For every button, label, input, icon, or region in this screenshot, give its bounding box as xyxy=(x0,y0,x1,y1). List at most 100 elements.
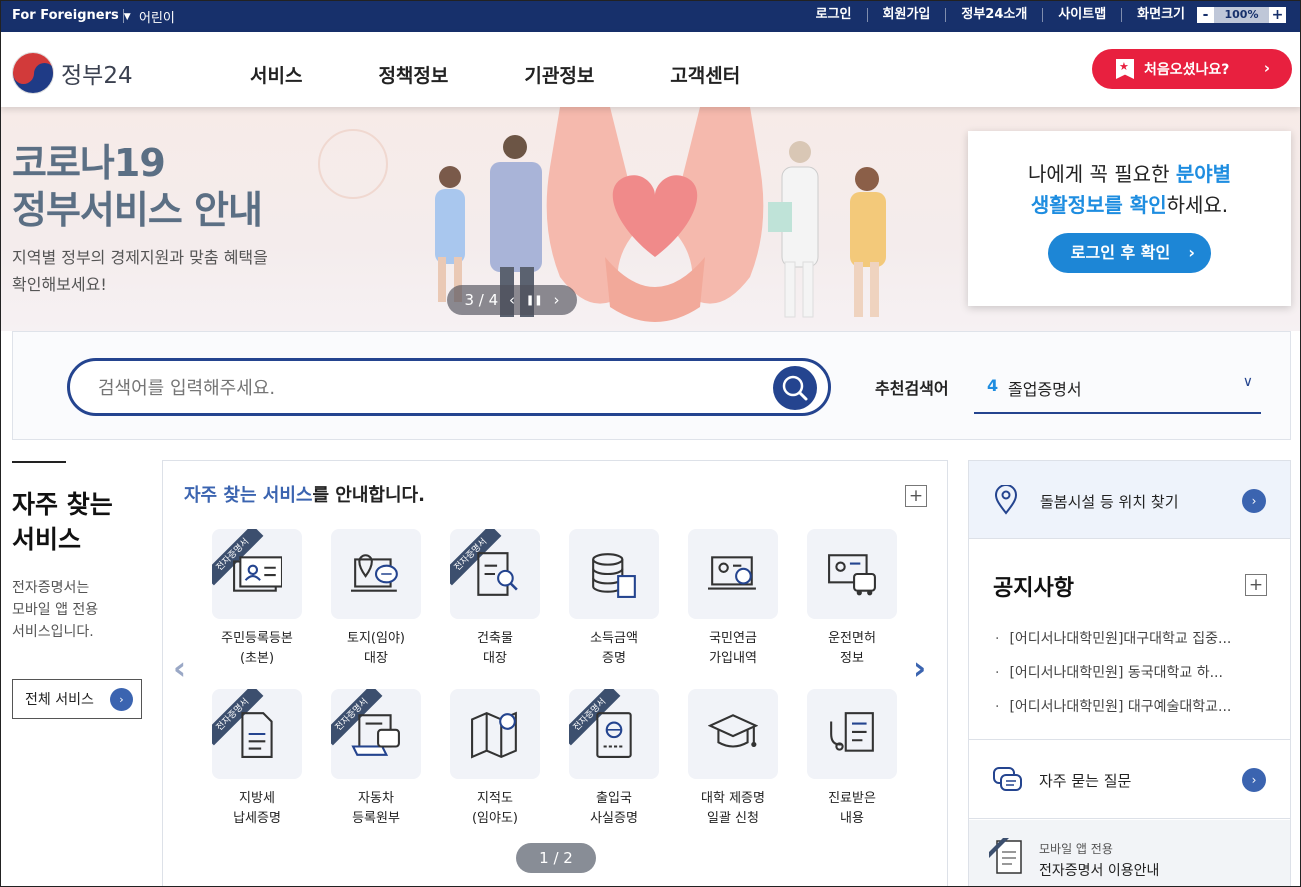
mobile-cert-sub: 모바일 앱 전용 xyxy=(1039,842,1113,856)
service-tile[interactable]: 전자증명서 xyxy=(331,689,421,779)
search-button[interactable] xyxy=(773,366,817,410)
service-item-medical-record[interactable]: 진료받은 내용 xyxy=(798,689,906,829)
recommend-label: 추천검색어 xyxy=(875,379,949,398)
bookmark-star-icon xyxy=(1116,59,1134,79)
resident-registration-icon xyxy=(233,556,282,592)
service-item-income-certificate[interactable]: 소득금액 증명 xyxy=(560,529,668,669)
service-tile[interactable]: 전자증명서 xyxy=(212,529,302,619)
frequent-title: 자주 찾는 서비스 xyxy=(12,490,113,554)
logo-text: 정부24 xyxy=(61,63,133,89)
nav-services[interactable]: 서비스 xyxy=(250,61,302,88)
first-visit-label: 처음오셨나요? xyxy=(1144,62,1230,78)
service-label: 주민등록등본 (초본) xyxy=(221,631,293,666)
service-item-local-tax[interactable]: 전자증명서지방세 납세증명 xyxy=(203,689,311,829)
service-item-pension-history[interactable]: 국민연금 가입내역 xyxy=(679,529,787,669)
service-label: 지적도 (임야도) xyxy=(471,791,519,826)
next-services-arrow[interactable]: › xyxy=(913,649,926,687)
kids-link[interactable]: 어린이 xyxy=(139,7,175,26)
service-item-building-register[interactable]: 전자증명서 건축물 대장 xyxy=(441,529,549,669)
notice-item[interactable]: [어디서나대학민원]대구대학교 집중... xyxy=(995,622,1275,656)
mobile-cert-guide[interactable]: 모바일 앱 전용 전자증명서 이용안내 xyxy=(969,820,1290,887)
service-tile[interactable] xyxy=(569,529,659,619)
home-logo[interactable]: 정부24 xyxy=(12,52,133,94)
immigration-record-icon xyxy=(596,712,632,758)
service-item-immigration-record[interactable]: 전자증명서출입국 사실증명 xyxy=(560,689,668,829)
hero-banner[interactable]: 코로나19 정부서비스 안내 지역별 정부의 경제지원과 맞춤 혜택을 확인해보… xyxy=(0,107,1301,331)
pension-history-icon xyxy=(708,556,756,590)
service-label: 국민연금 가입내역 xyxy=(709,631,757,666)
service-item-land-register[interactable]: 토지(임야) 대장 xyxy=(322,529,430,669)
recommend-keyword-select[interactable]: 4 졸업증명서 ∨ xyxy=(974,360,1261,414)
chat-bubble-icon xyxy=(993,767,1022,791)
service-item-vehicle-register[interactable]: 전자증명서자동차 등록원부 xyxy=(322,689,430,829)
frequent-desc: 전자증명서는 모바일 앱 전용 서비스입니다. xyxy=(12,580,99,640)
more-services-button[interactable]: + xyxy=(905,485,927,507)
location-finder[interactable]: 돌봄시설 등 위치 찾기 › xyxy=(969,461,1290,539)
recommend-keyword[interactable]: 졸업증명서 xyxy=(1008,376,1082,400)
vehicle-register-icon xyxy=(351,714,400,756)
service-tile[interactable] xyxy=(807,529,897,619)
pause-icon[interactable]: ❚❚ xyxy=(526,295,543,306)
signup-link[interactable]: 회원가입 xyxy=(866,8,946,22)
service-tile[interactable] xyxy=(331,529,421,619)
search-input[interactable] xyxy=(98,374,758,402)
service-tile[interactable]: 전자증명서 xyxy=(450,529,540,619)
service-tile[interactable]: 전자증명서 xyxy=(212,689,302,779)
notice-title: 공지사항 xyxy=(993,576,1074,601)
nav-customer[interactable]: 고객센터 xyxy=(670,61,740,88)
service-tile[interactable]: 전자증명서 xyxy=(569,689,659,779)
service-item-resident-registration[interactable]: 전자증명서주민등록등본 (초본) xyxy=(203,529,311,669)
zoom-control: - 100% + xyxy=(1197,7,1286,23)
for-foreigners-menu[interactable]: For Foreigners ▼ xyxy=(12,8,131,23)
service-item-driver-license[interactable]: 운전면허 정보 xyxy=(798,529,906,669)
service-tile[interactable] xyxy=(688,689,778,779)
first-visit-button[interactable]: 처음오셨나요? › xyxy=(1092,49,1292,89)
banner-pager: 3 / 4 ‹ ❚❚ › xyxy=(447,285,577,315)
zoom-out-button[interactable]: - xyxy=(1197,7,1214,23)
login-check-button[interactable]: 로그인 후 확인 › xyxy=(1048,233,1211,273)
search-icon xyxy=(782,375,808,401)
service-item-cadastral-map[interactable]: 지적도 (임야도) xyxy=(441,689,549,829)
next-slide-icon[interactable]: › xyxy=(554,291,560,309)
notice-item[interactable]: [어디서나대학민원] 대구예술대학교... xyxy=(995,690,1275,724)
divider xyxy=(123,9,124,23)
faq-link[interactable]: 자주 묻는 질문 › xyxy=(969,741,1290,819)
side-panel: 돌봄시설 등 위치 찾기 › 공지사항 + [어디서나대학민원]대구대학교 집중… xyxy=(968,460,1291,887)
notice-item[interactable]: [어디서나대학민원] 동국대학교 하... xyxy=(995,656,1275,690)
chevron-right-icon: › xyxy=(1263,59,1270,77)
life-info-text: 나에게 꼭 필요한 분야별 생활정보를 확인하세요. xyxy=(1027,162,1232,217)
location-finder-label: 돌봄시설 등 위치 찾기 xyxy=(1040,493,1179,511)
service-item-university-certificate[interactable]: 대학 제증명 일괄 신청 xyxy=(679,689,787,829)
more-notices-button[interactable]: + xyxy=(1245,574,1267,596)
nav-agency[interactable]: 기관정보 xyxy=(524,61,594,88)
banner-subtitle: 지역별 정부의 경제지원과 맞춤 혜택을 확인해보세요! xyxy=(12,248,268,294)
recommend-rank: 4 xyxy=(987,376,999,395)
life-info-card: 나에게 꼭 필요한 분야별 생활정보를 확인하세요. 로그인 후 확인 › xyxy=(968,131,1291,306)
search-field xyxy=(67,358,831,416)
income-certificate-icon xyxy=(592,553,636,598)
zoom-in-button[interactable]: + xyxy=(1269,7,1286,23)
service-label: 자동차 등록원부 xyxy=(352,791,400,826)
prev-services-arrow[interactable]: ‹ xyxy=(173,649,186,687)
main-nav: 서비스 정책정보 기관정보 고객센터 xyxy=(250,61,816,88)
login-link[interactable]: 로그인 xyxy=(801,8,867,22)
all-services-button[interactable]: 전체 서비스 › xyxy=(12,679,142,719)
service-label: 출입국 사실증명 xyxy=(590,791,638,826)
faq-label: 자주 묻는 질문 xyxy=(1039,772,1132,790)
sitemap-link[interactable]: 사이트맵 xyxy=(1042,8,1121,22)
utility-bar: For Foreigners ▼ 어린이 로그인 회원가입 정부24소개 사이트맵… xyxy=(0,0,1301,32)
service-tile[interactable] xyxy=(807,689,897,779)
nav-policy[interactable]: 정책정보 xyxy=(378,61,448,88)
screen-size-label: 화면크기 xyxy=(1121,8,1197,22)
prev-slide-icon[interactable]: ‹ xyxy=(509,291,515,309)
service-label: 대학 제증명 일괄 신청 xyxy=(701,791,765,826)
frequent-services-panel: 자주 찾는 서비스를 안내합니다. + ‹ › 전자증명서 주민등록등본 (초본) 토… xyxy=(162,460,948,887)
search-section: 추천검색어 4 졸업증명서 ∨ xyxy=(12,331,1291,440)
service-tile[interactable] xyxy=(688,529,778,619)
service-label: 지방세 납세증명 xyxy=(233,791,281,826)
chevron-down-icon[interactable]: ∨ xyxy=(1243,374,1253,390)
taegeuk-logo-icon xyxy=(12,52,54,94)
banner-page-indicator: 3 / 4 xyxy=(464,291,499,309)
service-tile[interactable] xyxy=(450,689,540,779)
about-link[interactable]: 정부24소개 xyxy=(945,8,1042,22)
